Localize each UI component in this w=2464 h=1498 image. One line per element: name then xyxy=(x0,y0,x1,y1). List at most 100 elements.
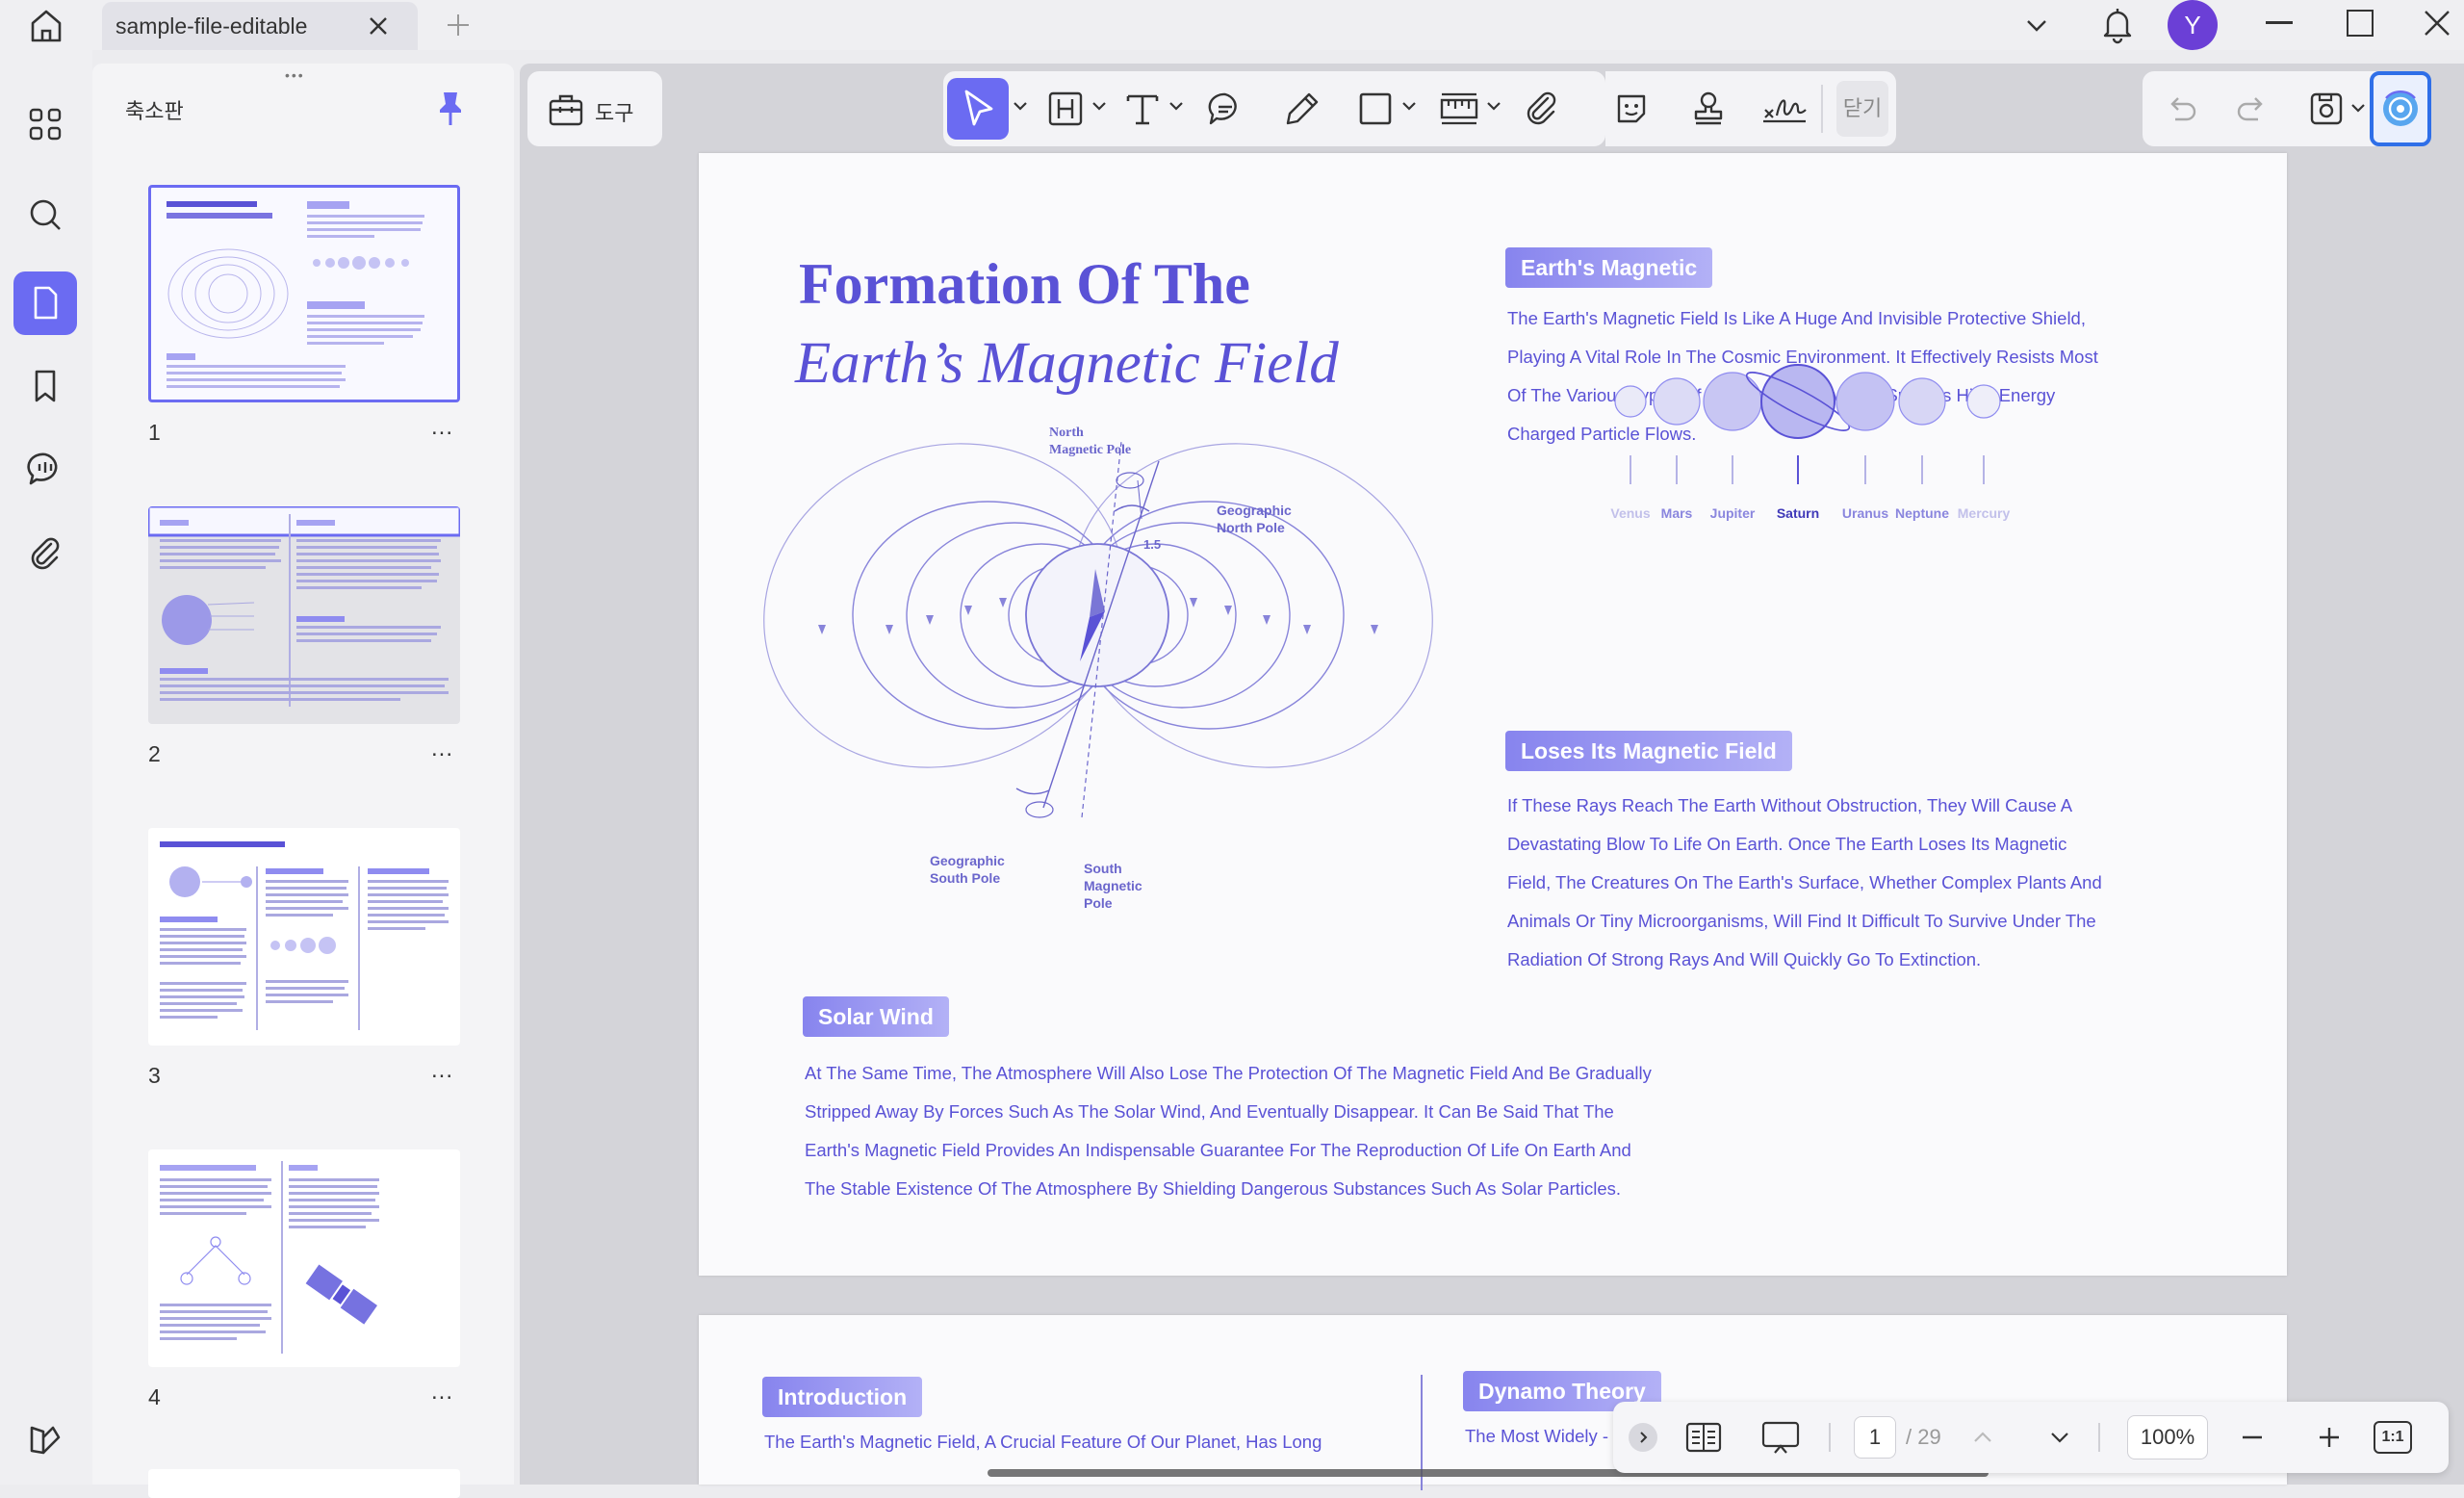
toolbox-icon xyxy=(547,90,585,129)
planet-saturn xyxy=(1760,364,1835,439)
highlight-icon[interactable] xyxy=(1045,89,1086,129)
document-viewer: 도구 닫기 Formation Of The Earth’s Magnetic … xyxy=(520,64,2464,1490)
paragraph-solar: At The Same Time, The Atmosphere Will Al… xyxy=(805,1063,1652,1199)
chevron-down-icon[interactable] xyxy=(1090,96,1109,116)
chevron-down-icon[interactable] xyxy=(2348,98,2368,117)
chevron-down-icon[interactable] xyxy=(1399,96,1419,116)
panel-title: 축소판 xyxy=(125,99,184,123)
planet-mercury xyxy=(1966,384,2001,419)
toolbar-divider xyxy=(1821,85,1823,133)
section-heading-loses: Loses Its Magnetic Field xyxy=(1505,731,1792,771)
page-navigation-bar: 1 / 29 100% 1:1 xyxy=(1613,1402,2449,1473)
comment-icon[interactable] xyxy=(13,437,77,501)
page-thumbnail-3[interactable] xyxy=(148,828,460,1046)
section-heading-solar: Solar Wind xyxy=(803,996,949,1037)
rectangle-icon[interactable] xyxy=(1355,89,1396,129)
planet-label: Uranus xyxy=(1841,505,1889,521)
thumbnail-more-icon[interactable]: ... xyxy=(431,1057,453,1084)
pin-icon[interactable] xyxy=(435,89,466,127)
search-icon[interactable] xyxy=(13,183,77,246)
bell-icon[interactable] xyxy=(2098,4,2137,44)
geographic-north-pole-label: Geographic North Pole xyxy=(1217,503,1292,535)
pen-icon[interactable] xyxy=(1282,89,1322,129)
save-icon[interactable] xyxy=(2306,89,2347,129)
page-number-input[interactable]: 1 xyxy=(1854,1416,1896,1459)
document-tab[interactable]: sample-file-editable xyxy=(102,2,418,50)
page-thumbnail-1[interactable] xyxy=(148,185,460,402)
close-window-icon[interactable] xyxy=(2422,8,2452,39)
thumbnail-more-icon[interactable]: ... xyxy=(431,414,453,441)
select-tool-button[interactable] xyxy=(947,78,1009,140)
title-bar: sample-file-editable Y xyxy=(0,0,2464,50)
section-heading-introduction: Introduction xyxy=(762,1377,923,1417)
close-tab-icon[interactable] xyxy=(364,12,393,40)
chevron-down-icon[interactable] xyxy=(1167,96,1186,116)
next-page-icon[interactable] xyxy=(2040,1402,2079,1473)
page-thumbnail-5[interactable] xyxy=(148,1469,460,1498)
collapse-bar-button[interactable] xyxy=(1625,1402,1661,1473)
chevron-down-icon[interactable] xyxy=(1484,96,1503,116)
left-rail xyxy=(0,50,92,1485)
apps-icon[interactable] xyxy=(13,92,77,156)
planet-label: Neptune xyxy=(1895,505,1949,521)
new-tab-icon[interactable] xyxy=(443,10,474,40)
section-heading-magnetic: Earth's Magnetic xyxy=(1505,247,1713,288)
planet-label: Jupiter xyxy=(1709,505,1756,521)
zoom-in-icon[interactable] xyxy=(2310,1402,2348,1473)
planet-label: Mars xyxy=(1660,505,1693,521)
paragraph-loses: If These Rays Reach The Earth Without Ob… xyxy=(1507,795,2102,969)
divider xyxy=(2098,1423,2100,1452)
planet-neptune xyxy=(1898,377,1946,426)
planet-uranus xyxy=(1835,372,1895,431)
thumbnail-number: 2 xyxy=(148,741,161,766)
thumbnails-icon[interactable] xyxy=(13,271,77,335)
avatar[interactable]: Y xyxy=(2168,0,2218,50)
planet-mars xyxy=(1653,377,1701,426)
ai-assistant-button[interactable] xyxy=(2370,71,2431,146)
comment-icon[interactable] xyxy=(1205,89,1245,129)
presentation-icon[interactable] xyxy=(1752,1402,1810,1473)
cursor-icon xyxy=(964,90,993,126)
north-magnetic-pole-label: North Magnetic Pole xyxy=(1049,426,1132,457)
actual-size-button[interactable]: 1:1 xyxy=(2374,1421,2412,1454)
geographic-south-pole-label: Geographic South Pole xyxy=(930,853,1005,886)
signature-icon[interactable] xyxy=(1759,89,1810,129)
pdf-page-1: Formation Of The Earth’s Magnetic Field xyxy=(699,153,2287,1276)
page-layout-icon[interactable] xyxy=(1677,1402,1731,1473)
tools-button[interactable]: 도구 xyxy=(527,71,662,146)
document-tab-title: sample-file-editable xyxy=(116,13,308,39)
thumbnail-more-icon[interactable]: ... xyxy=(431,736,453,762)
redo-icon[interactable] xyxy=(2233,90,2270,127)
divider xyxy=(1829,1423,1831,1452)
planet-venus xyxy=(1614,385,1647,418)
text-icon[interactable] xyxy=(1122,89,1163,129)
planet-row xyxy=(1614,364,2001,484)
minimize-icon[interactable] xyxy=(2266,21,2293,24)
layers-icon[interactable] xyxy=(13,1408,77,1471)
resize-handle[interactable]: ••• xyxy=(285,67,305,83)
thumbnail-more-icon[interactable]: ... xyxy=(431,1379,453,1406)
page-subtitle: Earth’s Magnetic Field xyxy=(795,331,1339,396)
sticker-icon[interactable] xyxy=(1611,89,1652,129)
attachment-icon[interactable] xyxy=(13,522,77,585)
zoom-out-icon[interactable] xyxy=(2233,1402,2272,1473)
chevron-down-icon[interactable] xyxy=(2021,10,2052,40)
maximize-icon[interactable] xyxy=(2347,10,2374,37)
chevron-down-icon[interactable] xyxy=(1011,96,1030,116)
page-title: Formation Of The xyxy=(799,252,1250,316)
stamp-icon[interactable] xyxy=(1688,89,1729,129)
close-tools-button[interactable]: 닫기 xyxy=(1836,81,1888,137)
planet-jupiter xyxy=(1703,372,1762,431)
zoom-level-input[interactable]: 100% xyxy=(2127,1415,2208,1459)
bookmark-icon[interactable] xyxy=(13,354,77,418)
paragraph-dynamo: The Most Widely - xyxy=(1465,1426,1609,1446)
home-icon[interactable] xyxy=(23,2,69,48)
page-thumbnail-4[interactable] xyxy=(148,1149,460,1367)
page-thumbnail-2[interactable] xyxy=(148,506,460,724)
measure-icon[interactable] xyxy=(1438,89,1480,129)
undo-icon[interactable] xyxy=(2164,90,2200,127)
previous-page-icon[interactable] xyxy=(1964,1402,2002,1473)
paragraph-introduction: The Earth's Magnetic Field, A Crucial Fe… xyxy=(764,1432,1322,1452)
attachment-icon[interactable] xyxy=(1521,89,1561,129)
thumbnail-number: 4 xyxy=(148,1384,161,1409)
